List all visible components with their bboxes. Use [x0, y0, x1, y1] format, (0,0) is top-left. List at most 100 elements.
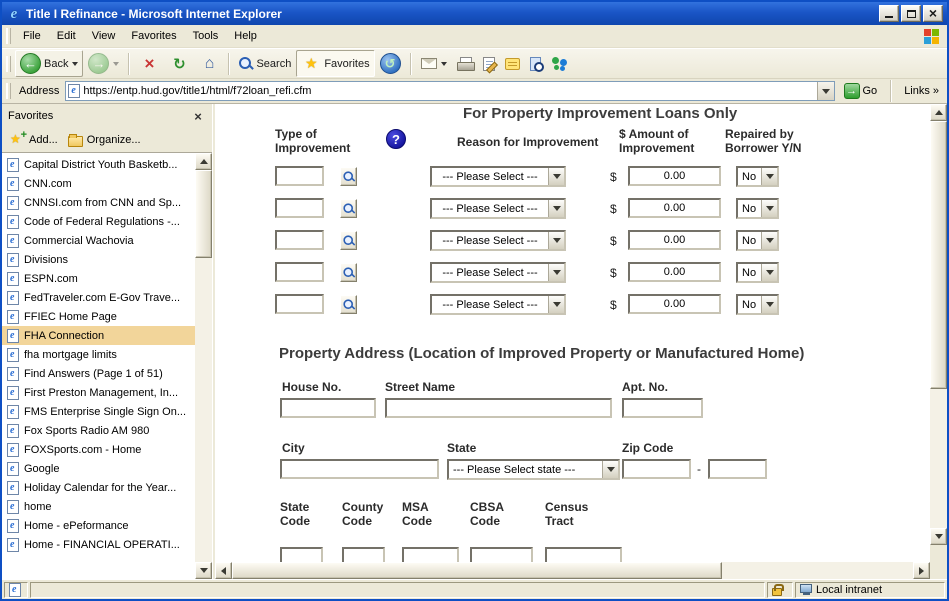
scroll-up-button[interactable] [930, 104, 947, 121]
type-of-improvement-input[interactable] [275, 166, 324, 186]
content-vertical-scrollbar[interactable] [930, 104, 947, 545]
type-of-improvement-input[interactable] [275, 230, 324, 250]
reason-select[interactable]: --- Please Select --- [430, 262, 566, 283]
select-arrow-button[interactable] [548, 200, 564, 217]
reason-select[interactable]: --- Please Select --- [430, 294, 566, 315]
messenger-button[interactable] [546, 50, 573, 77]
select-arrow-button[interactable] [548, 232, 564, 249]
type-lookup-button[interactable] [340, 231, 357, 250]
favorites-item[interactable]: fha mortgage limits [2, 345, 195, 364]
favorites-item[interactable]: FFIEC Home Page [2, 307, 195, 326]
refresh-button[interactable] [164, 50, 194, 77]
menu-help[interactable]: Help [226, 27, 265, 45]
house-no-input[interactable] [280, 398, 376, 418]
cbsa-code-input[interactable] [470, 547, 533, 562]
menu-view[interactable]: View [84, 27, 124, 45]
help-icon[interactable] [386, 129, 406, 149]
reason-select[interactable]: --- Please Select --- [430, 230, 566, 251]
zip-plus4-input[interactable] [708, 459, 767, 479]
type-of-improvement-input[interactable] [275, 198, 324, 218]
research-button[interactable] [525, 50, 546, 77]
repaired-select[interactable]: No [736, 166, 779, 187]
scroll-up-button[interactable] [195, 153, 212, 170]
select-arrow-button[interactable] [548, 296, 564, 313]
back-button[interactable]: Back [15, 50, 83, 77]
favorites-item[interactable]: Home - ePeformance [2, 516, 195, 535]
scroll-right-button[interactable] [913, 562, 930, 579]
back-dropdown-icon[interactable] [72, 62, 78, 66]
repaired-select[interactable]: No [736, 294, 779, 315]
maximize-button[interactable] [901, 5, 921, 22]
stop-button[interactable] [134, 50, 164, 77]
repaired-select[interactable]: No [736, 198, 779, 219]
scrollbar-thumb[interactable] [930, 121, 947, 389]
favorites-item[interactable]: FOXSports.com - Home [2, 440, 195, 459]
favorites-item[interactable]: home [2, 497, 195, 516]
msa-code-input[interactable] [402, 547, 459, 562]
scroll-down-button[interactable] [930, 528, 947, 545]
home-button[interactable] [194, 50, 224, 77]
favorites-item[interactable]: CNN.com [2, 174, 195, 193]
select-arrow-button[interactable] [761, 200, 777, 217]
go-button[interactable]: Go [839, 82, 883, 100]
favorites-item[interactable]: Divisions [2, 250, 195, 269]
reason-select[interactable]: --- Please Select --- [430, 166, 566, 187]
close-button[interactable] [923, 5, 943, 22]
state-select[interactable]: --- Please Select state --- [447, 459, 620, 480]
scroll-left-button[interactable] [215, 562, 232, 579]
add-favorite-button[interactable]: Add... [10, 133, 58, 147]
search-button[interactable]: Search [234, 50, 296, 77]
address-input[interactable]: https://entp.hud.gov/title1/html/f72loan… [65, 81, 834, 101]
mail-button[interactable] [416, 50, 452, 77]
favorites-item[interactable]: Home - FINANCIAL OPERATI... [2, 535, 195, 554]
census-tract-input[interactable] [545, 547, 622, 562]
forward-button[interactable] [83, 50, 124, 77]
amount-input[interactable] [628, 198, 721, 218]
edit-button[interactable] [478, 50, 500, 77]
favorites-item[interactable]: CNNSI.com from CNN and Sp... [2, 193, 195, 212]
scrollbar-thumb[interactable] [232, 562, 722, 579]
print-button[interactable] [452, 50, 478, 77]
type-lookup-button[interactable] [340, 199, 357, 218]
city-input[interactable] [280, 459, 439, 479]
select-arrow-button[interactable] [761, 296, 777, 313]
minimize-button[interactable] [879, 5, 899, 22]
favorites-item[interactable]: FMS Enterprise Single Sign On... [2, 402, 195, 421]
favorites-item[interactable]: First Preston Management, In... [2, 383, 195, 402]
repaired-select[interactable]: No [736, 262, 779, 283]
favorites-button[interactable]: Favorites [296, 50, 374, 77]
select-arrow-button[interactable] [602, 461, 618, 478]
organize-favorites-button[interactable]: Organize... [68, 133, 141, 147]
zip-code-input[interactable] [622, 459, 691, 479]
favorites-item[interactable]: Holiday Calendar for the Year... [2, 478, 195, 497]
type-lookup-button[interactable] [340, 295, 357, 314]
repaired-select[interactable]: No [736, 230, 779, 251]
favorites-item[interactable]: Google [2, 459, 195, 478]
select-arrow-button[interactable] [548, 168, 564, 185]
history-button[interactable] [375, 50, 406, 77]
favorites-item[interactable]: Commercial Wachovia [2, 231, 195, 250]
type-of-improvement-input[interactable] [275, 294, 324, 314]
content-horizontal-scrollbar[interactable] [215, 562, 930, 579]
amount-input[interactable] [628, 294, 721, 314]
select-arrow-button[interactable] [761, 232, 777, 249]
close-favorites-button[interactable] [190, 109, 206, 124]
type-lookup-button[interactable] [340, 263, 357, 282]
favorites-item[interactable]: Code of Federal Regulations -... [2, 212, 195, 231]
favorites-item-selected[interactable]: FHA Connection [2, 326, 195, 345]
amount-input[interactable] [628, 230, 721, 250]
mail-dropdown-icon[interactable] [441, 62, 447, 66]
links-chevron-icon[interactable]: » [933, 85, 939, 97]
links-toolbar[interactable]: Links » [900, 85, 943, 97]
address-dropdown-button[interactable] [817, 82, 834, 100]
favorites-item[interactable]: FedTraveler.com E-Gov Trave... [2, 288, 195, 307]
favorites-item[interactable]: ESPN.com [2, 269, 195, 288]
apt-no-input[interactable] [622, 398, 703, 418]
scrollbar-thumb[interactable] [195, 170, 212, 258]
select-arrow-button[interactable] [548, 264, 564, 281]
reason-select[interactable]: --- Please Select --- [430, 198, 566, 219]
menu-favorites[interactable]: Favorites [123, 27, 184, 45]
select-arrow-button[interactable] [761, 168, 777, 185]
favorites-scrollbar[interactable] [195, 153, 212, 579]
amount-input[interactable] [628, 166, 721, 186]
